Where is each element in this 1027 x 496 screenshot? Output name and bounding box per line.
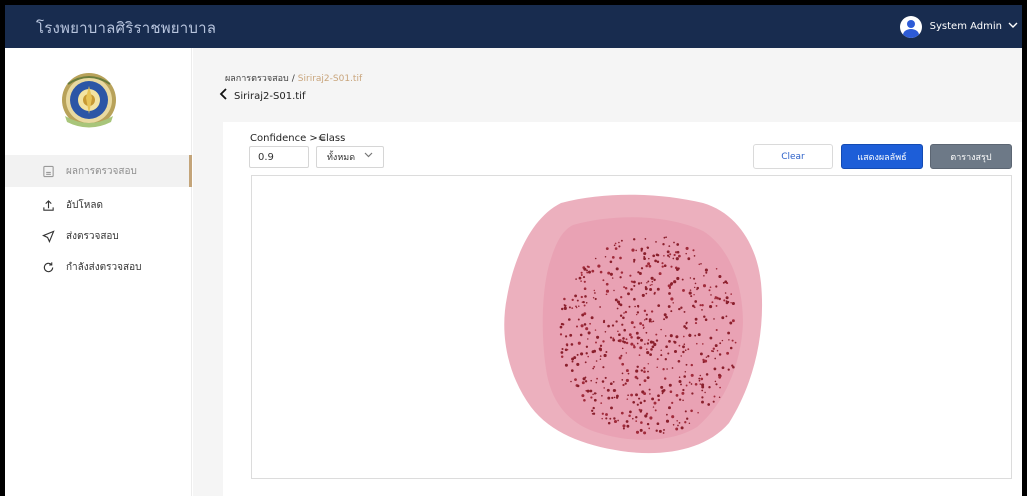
- top-navigation-bar: โรงพยาบาลศิริราชพยาบาล System Admin: [5, 5, 1022, 48]
- page-title: Siriraj2-S01.tif: [234, 90, 306, 102]
- sidebar-item-send[interactable]: ส่งตรวจสอบ: [5, 220, 192, 252]
- user-menu[interactable]: System Admin: [899, 5, 1022, 48]
- confidence-label: Confidence >=: [250, 133, 327, 144]
- image-viewer[interactable]: [251, 175, 1012, 479]
- sidebar-item-upload[interactable]: อัปโหลด: [5, 189, 192, 221]
- sidebar-item-label: กำลังส่งตรวจสอบ: [66, 261, 142, 273]
- chevron-left-icon[interactable]: [219, 88, 228, 104]
- confidence-input[interactable]: [249, 146, 309, 168]
- chevron-down-icon: [364, 151, 373, 162]
- hospital-seal-logo: [62, 73, 116, 128]
- show-results-button[interactable]: แสดงผลลัพธ์: [841, 144, 923, 169]
- breadcrumb: ผลการตรวจสอบ / Siriraj2-S01.tif: [225, 71, 362, 85]
- breadcrumb-parent[interactable]: ผลการตรวจสอบ: [225, 74, 289, 84]
- chevron-down-icon: [1008, 21, 1018, 32]
- app-window: โรงพยาบาลศิริราชพยาบาล System Admin ผลกา…: [5, 5, 1022, 496]
- page-header: Siriraj2-S01.tif: [219, 88, 305, 104]
- sidebar-item-label: อัปโหลด: [66, 199, 103, 211]
- document-icon: [41, 164, 55, 178]
- breadcrumb-current: Siriraj2-S01.tif: [297, 74, 363, 84]
- refresh-icon: [41, 260, 55, 274]
- upload-icon: [41, 198, 55, 212]
- sidebar-item-label: ผลการตรวจสอบ: [66, 165, 137, 177]
- class-select-value: ทั้งหมด: [327, 153, 356, 163]
- tissue-slide-image: [491, 185, 769, 462]
- summary-table-button[interactable]: ตารางสรุป: [930, 144, 1012, 169]
- main-content: ผลการตรวจสอบ / Siriraj2-S01.tif Siriraj2-S…: [193, 48, 1022, 496]
- sidebar-item-label: ส่งตรวจสอบ: [66, 230, 119, 242]
- class-label: Class: [319, 133, 346, 144]
- sidebar: ผลการตรวจสอบ อัปโหลด ส่งตรวจสอบ กำลังส่ง…: [5, 48, 192, 496]
- send-icon: [41, 229, 55, 243]
- app-title: โรงพยาบาลศิริราชพยาบาล: [36, 19, 217, 37]
- sidebar-item-sending[interactable]: กำลังส่งตรวจสอบ: [5, 251, 192, 283]
- class-select[interactable]: ทั้งหมด: [316, 146, 384, 168]
- sidebar-item-results[interactable]: ผลการตรวจสอบ: [5, 155, 192, 187]
- breadcrumb-separator: /: [291, 74, 295, 84]
- user-name: System Admin: [929, 21, 1002, 32]
- results-panel: Confidence >= Class ทั้งหมด Clear แสดงผล…: [223, 122, 1022, 496]
- clear-button[interactable]: Clear: [753, 144, 833, 169]
- user-avatar-icon: [899, 15, 922, 38]
